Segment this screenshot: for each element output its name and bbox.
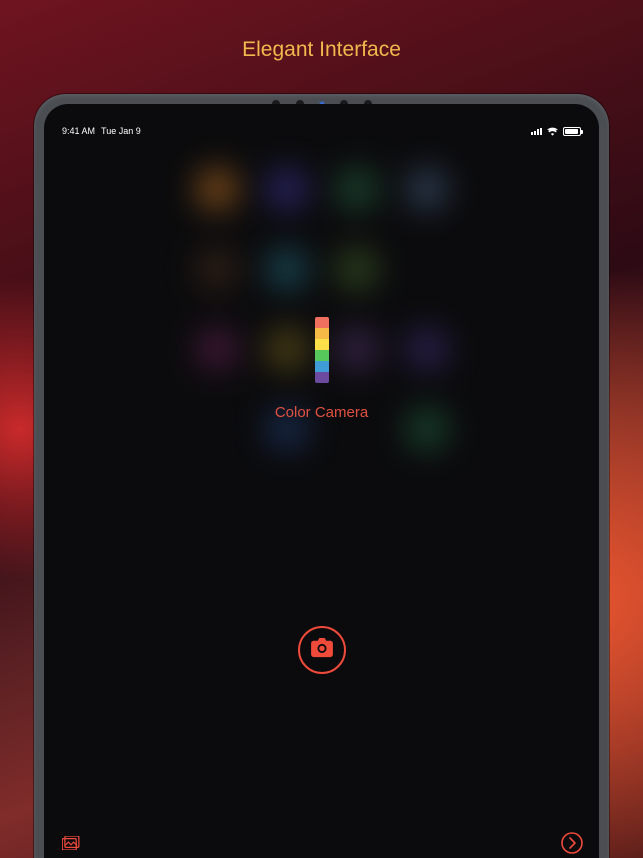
status-date: Tue Jan 9 <box>101 126 141 136</box>
status-time: 9:41 AM <box>62 126 95 136</box>
next-button[interactable] <box>560 831 584 855</box>
blurred-app-icon <box>336 168 378 210</box>
wifi-icon <box>547 127 558 136</box>
tablet-frame: 9:41 AM Tue Jan 9 Color Camera <box>34 94 609 858</box>
blurred-app-icon <box>406 168 448 210</box>
cellular-signal-icon <box>531 127 542 135</box>
blurred-app-icon <box>406 328 448 370</box>
tablet-screen: 9:41 AM Tue Jan 9 Color Camera <box>44 104 599 858</box>
blurred-app-icon <box>266 328 308 370</box>
status-bar: 9:41 AM Tue Jan 9 <box>44 126 599 136</box>
gallery-icon <box>62 837 80 854</box>
blurred-homescreen <box>182 149 462 469</box>
promo-background: Elegant Interface 9:41 AM Tue Jan 9 <box>0 0 643 858</box>
app-icon <box>315 317 329 383</box>
page-title: Elegant Interface <box>0 38 643 62</box>
blurred-app-icon <box>196 328 238 370</box>
camera-icon <box>311 638 333 663</box>
blurred-app-icon <box>336 248 378 290</box>
chevron-circle-icon <box>560 842 584 858</box>
blurred-app-icon <box>266 168 308 210</box>
battery-icon <box>563 127 581 136</box>
blurred-app-icon <box>266 248 308 290</box>
app-name-label: Color Camera <box>275 404 368 421</box>
blurred-app-icon <box>406 408 448 450</box>
blurred-app-icon <box>336 328 378 370</box>
blurred-app-icon <box>196 168 238 210</box>
shutter-button[interactable] <box>298 626 346 674</box>
blurred-app-icon <box>196 248 238 290</box>
gallery-button[interactable] <box>62 836 80 850</box>
